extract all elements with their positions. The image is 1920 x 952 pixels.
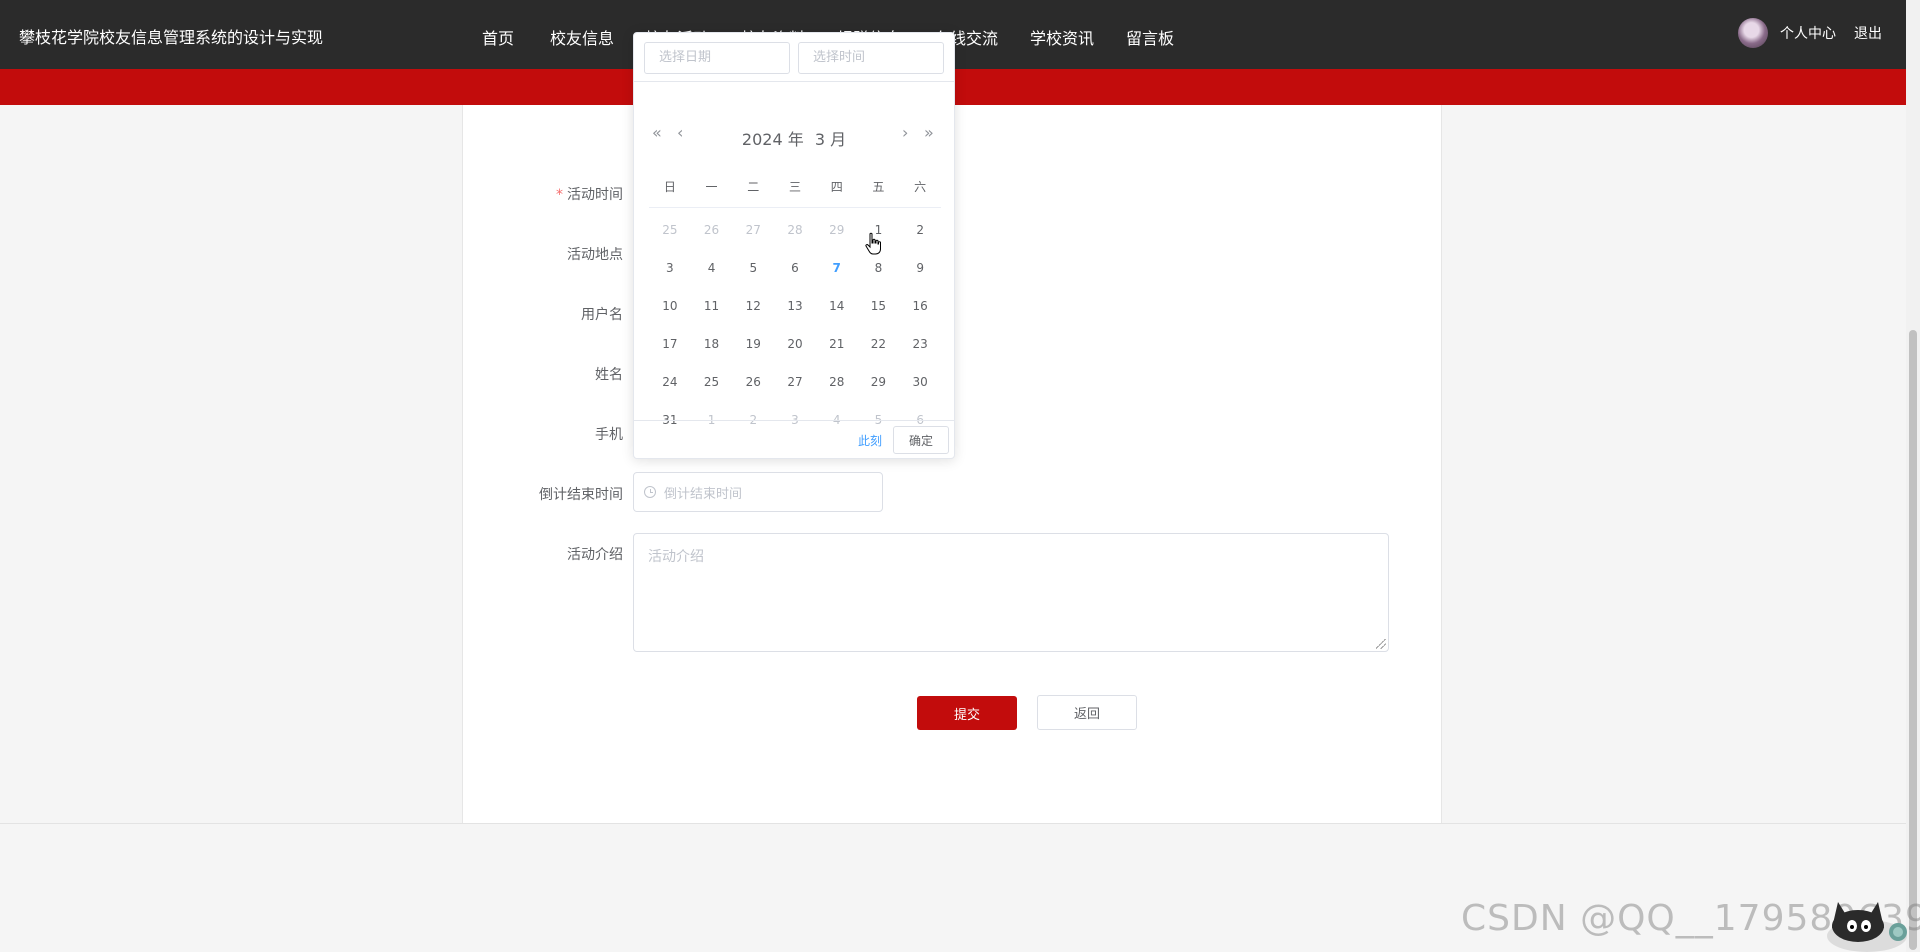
picker-time-input[interactable]: 选择时间: [798, 42, 944, 74]
site-title[interactable]: 攀枝花学院校友信息管理系统的设计与实现: [19, 24, 323, 48]
calendar-day[interactable]: 27: [732, 211, 774, 249]
next-month-icon[interactable]: ›: [902, 124, 908, 142]
calendar-day[interactable]: 15: [858, 287, 900, 325]
datetime-picker-popup: 选择日期 选择时间 « ‹ 2024 年 3 月 › » 日一二三四五六 25 2…: [633, 32, 955, 459]
month-label[interactable]: 3 月: [815, 130, 846, 149]
header-red-banner: [0, 69, 1920, 105]
divider: [634, 81, 954, 82]
intro-placeholder: 活动介绍: [648, 549, 704, 565]
nav-item-message-board[interactable]: 留言板: [1126, 25, 1174, 49]
calendar-day[interactable]: 11: [691, 287, 733, 325]
weekday-label: 日: [663, 180, 676, 194]
avatar[interactable]: [1738, 18, 1768, 48]
label-phone: 手机: [595, 427, 623, 443]
calendar-day[interactable]: 9: [899, 249, 941, 287]
back-button[interactable]: 返回: [1037, 695, 1137, 730]
weekday-label: 四: [830, 180, 843, 194]
label-username: 用户名: [581, 307, 623, 323]
calendar-day[interactable]: 21: [816, 325, 858, 363]
calendar-day[interactable]: 10: [649, 287, 691, 325]
calendar-day[interactable]: 12: [732, 287, 774, 325]
required-mark: *: [556, 187, 563, 203]
calendar-day[interactable]: 25: [649, 211, 691, 249]
calendar-day[interactable]: 2: [899, 211, 941, 249]
logout-link[interactable]: 退出: [1854, 23, 1882, 43]
label-text: 活动时间: [567, 187, 623, 203]
clock-icon: [644, 486, 656, 498]
year-label[interactable]: 2024 年: [742, 130, 804, 149]
now-button[interactable]: 此刻: [858, 432, 882, 449]
calendar-day[interactable]: 30: [899, 363, 941, 401]
calendar-day[interactable]: 23: [899, 325, 941, 363]
calendar-day[interactable]: 3: [649, 249, 691, 287]
calendar-day[interactable]: 28: [774, 211, 816, 249]
weekday-label: 五: [872, 180, 885, 194]
calendar-day[interactable]: 5: [732, 249, 774, 287]
submit-button[interactable]: 提交: [917, 696, 1017, 730]
picker-date-input[interactable]: 选择日期: [644, 42, 790, 74]
label-activity-place: 活动地点: [567, 247, 623, 263]
calendar-day[interactable]: 13: [774, 287, 816, 325]
next-year-icon[interactable]: »: [924, 124, 934, 142]
calendar-day[interactable]: 14: [816, 287, 858, 325]
nav-item-alumni-info[interactable]: 校友信息: [550, 25, 614, 49]
nav-item-home[interactable]: 首页: [482, 25, 514, 49]
calendar-day[interactable]: 20: [774, 325, 816, 363]
resize-handle-icon[interactable]: [1376, 639, 1386, 649]
calendar-day[interactable]: 29: [858, 363, 900, 401]
label-name: 姓名: [595, 367, 623, 383]
countdown-placeholder: 倒计结束时间: [664, 486, 743, 502]
calendar-day[interactable]: 26: [732, 363, 774, 401]
calendar-day[interactable]: 29: [816, 211, 858, 249]
weekday-label: 六: [914, 180, 927, 194]
confirm-button[interactable]: 确定: [893, 426, 949, 454]
user-menu: 个人中心 退出: [1738, 18, 1882, 48]
weekday-header: 日一二三四五六: [649, 178, 941, 208]
calendar-day[interactable]: 4: [691, 249, 733, 287]
label-countdown-end: 倒计结束时间: [539, 487, 623, 503]
calendar-day[interactable]: 27: [774, 363, 816, 401]
picker-input-row: 选择日期 选择时间: [644, 42, 944, 74]
scrollbar-thumb[interactable]: [1909, 330, 1917, 950]
calendar-day[interactable]: 26: [691, 211, 733, 249]
calendar-day[interactable]: 24: [649, 363, 691, 401]
cat-mascot-icon: [1827, 902, 1907, 952]
countdown-end-input[interactable]: 倒计结束时间: [633, 472, 883, 512]
calendar-day-today[interactable]: 7: [816, 249, 858, 287]
weekday-label: 三: [788, 180, 801, 194]
weekday-label: 一: [705, 180, 718, 194]
calendar-day[interactable]: 28: [816, 363, 858, 401]
calendar-grid: 25 26 27 28 29 1 2 3 4 5 6 7 8 9 10 11 12 13 14 15 16 17 18 19 2…: [649, 211, 941, 439]
activity-intro-textarea[interactable]: 活动介绍: [633, 533, 1389, 652]
nav-item-school-news[interactable]: 学校资讯: [1030, 25, 1094, 49]
calendar-day[interactable]: 17: [649, 325, 691, 363]
calendar-day[interactable]: 18: [691, 325, 733, 363]
calendar-day[interactable]: 16: [899, 287, 941, 325]
calendar-day[interactable]: 25: [691, 363, 733, 401]
user-center-link[interactable]: 个人中心: [1780, 23, 1836, 43]
weekday-label: 二: [747, 180, 760, 194]
calendar-day[interactable]: 19: [732, 325, 774, 363]
top-navbar: 攀枝花学院校友信息管理系统的设计与实现 首页 校友信息 校友活动 校友资料 捐赠…: [0, 0, 1920, 69]
picker-footer: 此刻 确定: [634, 420, 954, 458]
label-activity-time: * 活动时间: [556, 184, 623, 204]
hand-cursor-icon: [865, 232, 881, 255]
calendar-day[interactable]: 6: [774, 249, 816, 287]
page-scrollbar[interactable]: [1906, 0, 1920, 952]
label-activity-intro: 活动介绍: [567, 547, 623, 563]
calendar-day[interactable]: 22: [858, 325, 900, 363]
